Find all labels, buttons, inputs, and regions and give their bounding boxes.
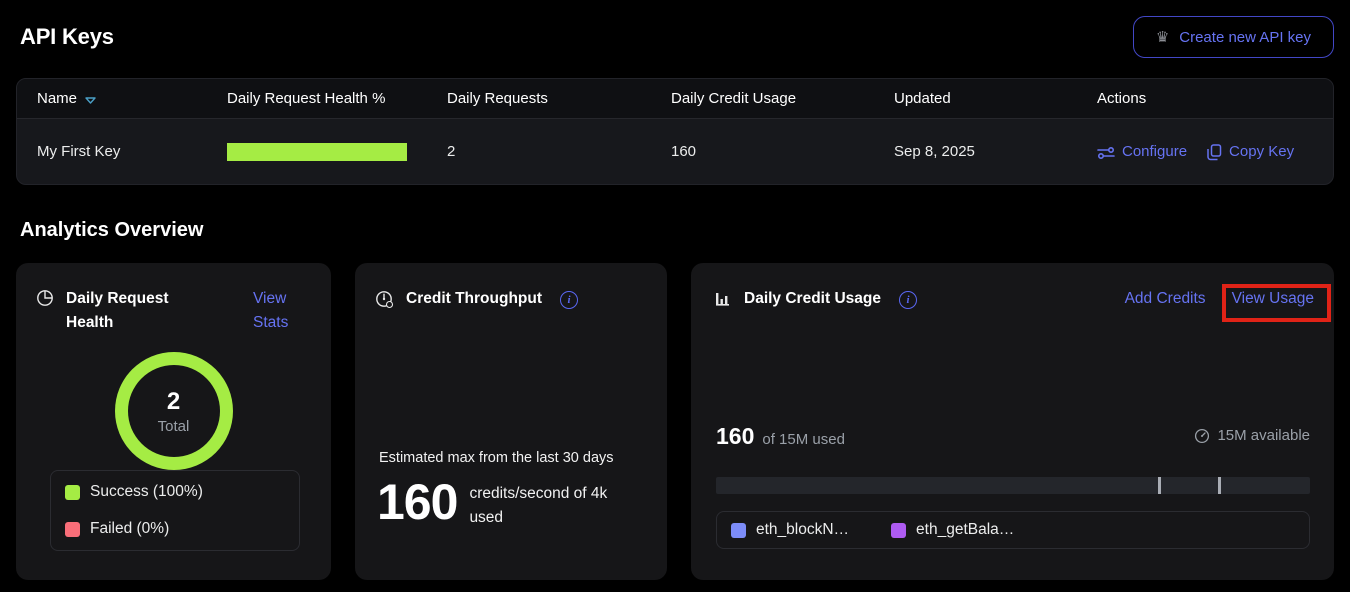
throughput-card-title: Credit Throughput xyxy=(406,287,542,311)
legend-item-success: Success (100%) xyxy=(65,483,285,501)
column-header-actions: Actions xyxy=(1097,90,1313,107)
daily-credit-usage-value: 160 xyxy=(671,143,894,160)
usage-available: 15M available xyxy=(1194,427,1310,444)
column-header-credit-usage: Daily Credit Usage xyxy=(671,90,894,107)
health-donut-center: 2 Total xyxy=(128,365,220,457)
copy-key-label: Copy Key xyxy=(1229,143,1294,160)
column-header-requests: Daily Requests xyxy=(447,90,671,107)
table-header-row: Name Daily Request Health % Daily Reques… xyxy=(17,79,1333,119)
usage-threshold-marker xyxy=(1218,477,1221,494)
page-title: API Keys xyxy=(20,24,114,50)
failed-label: Failed (0%) xyxy=(90,520,169,538)
usage-progress-bar xyxy=(716,477,1310,494)
throughput-value-row: 160 credits/second of 4k used xyxy=(377,475,629,530)
health-bar-cell xyxy=(227,143,447,161)
daily-request-health-card: Daily Request Health View Stats 2 Total … xyxy=(16,263,331,580)
view-stats-link[interactable]: View Stats xyxy=(253,287,311,335)
dashboard-page: API Keys ♛ Create new API key Name Daily… xyxy=(0,0,1350,592)
daily-credit-usage-card: Daily Credit Usage i Add Credits View Us… xyxy=(691,263,1334,580)
eth-getbalance-swatch xyxy=(891,523,906,538)
usage-card-title: Daily Credit Usage xyxy=(744,287,881,311)
throughput-card-header: Credit Throughput i xyxy=(375,287,647,311)
column-header-health: Daily Request Health % xyxy=(227,90,447,107)
usage-stats-row: 160 of 15M used 15M available xyxy=(716,423,1310,450)
usage-legend-box: eth_blockN… eth_getBala… xyxy=(716,511,1310,549)
usage-available-label: 15M available xyxy=(1217,427,1310,444)
api-key-name: My First Key xyxy=(37,143,227,160)
health-legend-box: Success (100%) Failed (0%) xyxy=(50,470,300,551)
usage-used-label: of 15M used xyxy=(762,431,845,448)
throughput-note: Estimated max from the last 30 days xyxy=(379,450,614,466)
success-swatch xyxy=(65,485,80,500)
sliders-icon xyxy=(1097,146,1115,160)
analytics-cards: Daily Request Health View Stats 2 Total … xyxy=(16,263,1334,580)
topbar: API Keys ♛ Create new API key xyxy=(0,0,1350,74)
usage-threshold-marker xyxy=(1158,477,1161,494)
actions-cell: Configure Copy Key xyxy=(1097,142,1313,161)
success-label: Success (100%) xyxy=(90,483,203,501)
eth-blocknumber-label: eth_blockN… xyxy=(756,521,849,539)
meter-icon xyxy=(1194,428,1210,444)
legend-item-eth-blocknumber: eth_blockN… xyxy=(731,521,849,539)
create-api-key-label: Create new API key xyxy=(1179,29,1311,46)
health-bar-track xyxy=(227,143,407,161)
analytics-heading: Analytics Overview xyxy=(20,219,203,242)
usage-info-icon[interactable]: i xyxy=(899,291,917,309)
table-row: My First Key 2 160 Sep 8, 2025 Conf xyxy=(17,119,1333,184)
credit-throughput-card: Credit Throughput i Estimated max from t… xyxy=(355,263,667,580)
bar-chart-icon xyxy=(715,291,732,307)
throughput-info-icon[interactable]: i xyxy=(560,291,578,309)
configure-label: Configure xyxy=(1122,143,1187,160)
add-credits-link[interactable]: Add Credits xyxy=(1125,290,1206,308)
usage-used-value: 160 xyxy=(716,423,754,450)
usage-card-links: Add Credits View Usage xyxy=(1125,290,1314,308)
create-api-key-button[interactable]: ♛ Create new API key xyxy=(1133,16,1334,58)
updated-value: Sep 8, 2025 xyxy=(894,143,1097,160)
api-keys-table: Name Daily Request Health % Daily Reques… xyxy=(16,78,1334,185)
configure-link[interactable]: Configure xyxy=(1097,143,1187,160)
throughput-unit: credits/second of 4k used xyxy=(469,482,629,530)
view-usage-link[interactable]: View Usage xyxy=(1232,290,1314,308)
health-bar-fill xyxy=(227,143,407,161)
eth-getbalance-label: eth_getBala… xyxy=(916,521,1014,539)
throughput-value: 160 xyxy=(377,475,457,530)
legend-item-eth-getbalance: eth_getBala… xyxy=(891,521,1014,539)
pie-chart-icon xyxy=(36,289,54,307)
legend-item-failed: Failed (0%) xyxy=(65,520,285,538)
failed-swatch xyxy=(65,522,80,537)
gauge-icon xyxy=(375,290,394,309)
copy-icon xyxy=(1207,144,1222,161)
eth-blocknumber-swatch xyxy=(731,523,746,538)
health-total-label: Total xyxy=(158,418,190,435)
health-total-value: 2 xyxy=(167,388,180,416)
crown-icon: ♛ xyxy=(1156,30,1169,45)
daily-requests-value: 2 xyxy=(447,143,671,160)
health-card-header: Daily Request Health View Stats xyxy=(36,287,311,335)
health-card-title: Daily Request Health xyxy=(66,287,186,335)
sort-chevron-icon[interactable] xyxy=(85,97,96,104)
health-donut-ring: 2 Total xyxy=(115,352,233,470)
column-header-name[interactable]: Name xyxy=(37,90,227,107)
column-header-updated: Updated xyxy=(894,90,1097,107)
copy-key-link[interactable]: Copy Key xyxy=(1207,142,1294,161)
